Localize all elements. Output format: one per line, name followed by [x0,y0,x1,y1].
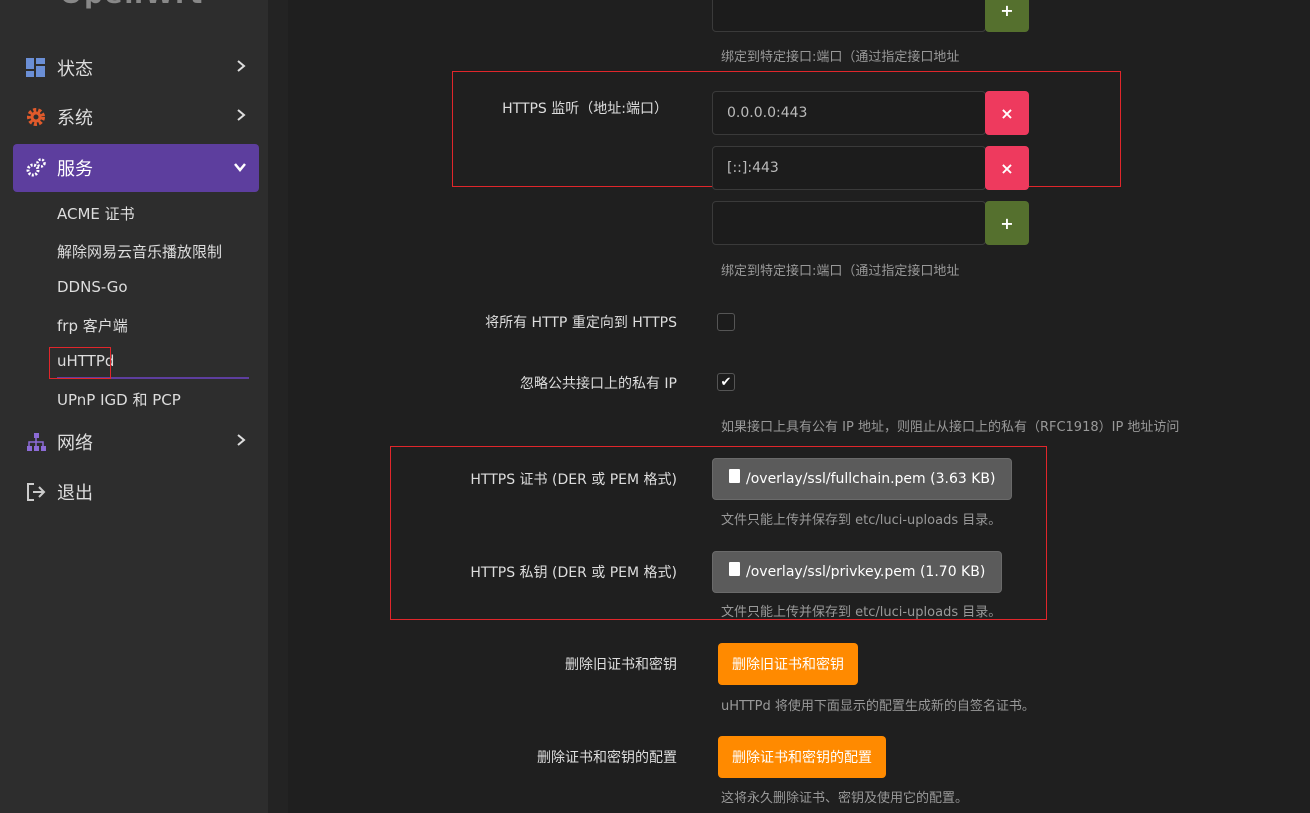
remove-conf-button[interactable]: 删除证书和密钥的配置 [718,736,886,778]
https-listen-label: HTTPS 监听（地址:端口） [502,101,668,117]
network-icon [25,431,47,453]
logout-icon [25,481,47,503]
sidebar-sub-acme[interactable]: ACME 证书 [57,203,135,224]
remove-old-button[interactable]: 删除旧证书和密钥 [718,643,858,685]
sidebar-sub-upnp[interactable]: UPnP IGD 和 PCP [57,389,181,410]
chevron-down-icon [233,158,247,177]
https-hint: 绑定到特定接口:端口（通过指定接口地址 [721,264,960,279]
file-icon [729,469,740,483]
gears-icon [25,157,47,179]
sidebar-item-logout[interactable]: 退出 [13,468,259,516]
http-add-button[interactable]: + [985,0,1029,32]
close-icon: × [1000,158,1014,178]
https-listen-input-empty[interactable] [712,201,986,245]
key-file-name: /overlay/ssl/privkey.pem (1.70 KB) [746,564,986,580]
http-listen-input-empty[interactable] [712,0,986,32]
cert-file-name: /overlay/ssl/fullchain.pem (3.63 KB) [746,471,996,487]
sidebar-item-services[interactable]: 服务 [13,144,259,192]
chevron-right-icon [235,432,247,451]
close-icon: × [1000,103,1014,123]
remove-old-label: 删除旧证书和密钥 [565,657,677,673]
remove-old-hint: uHTTPd 将使用下面显示的配置生成新的自签名证书。 [721,699,1035,714]
https-remove-button[interactable]: × [985,91,1029,135]
remove-conf-hint: 这将永久删除证书、密钥及使用它的配置。 [721,791,969,806]
key-file-button[interactable]: /overlay/ssl/privkey.pem (1.70 KB) [712,551,1003,593]
plus-icon: + [1000,0,1014,20]
plus-icon: + [1000,213,1014,233]
sidebar-sub-ddns-go[interactable]: DDNS-Go [57,278,128,296]
file-icon [729,562,740,576]
sidebar-sub-uhttpd[interactable]: uHTTPd [57,352,114,370]
sidebar-item-system[interactable]: 系统 [13,93,259,141]
chevron-right-icon [235,58,247,77]
sidebar-item-label: 系统 [57,108,93,129]
logo: OpenWrt [60,0,204,10]
check-icon: ✔ [720,374,732,390]
redirect-checkbox[interactable] [717,313,735,331]
sidebar-item-status[interactable]: 状态 [13,44,259,92]
sidebar-item-label: 状态 [57,59,93,80]
sidebar: OpenWrt 状态 系统 服务 ACME 证书 解除网易云音乐播放限制 DDN… [0,0,288,813]
active-indicator [57,377,249,379]
ignore-private-label: 忽略公共接口上的私有 IP [519,376,677,392]
chevron-right-icon [235,107,247,126]
https-listen-input[interactable]: [::]:443 [712,146,986,190]
ignore-private-hint: 如果接口上具有公有 IP 地址，则阻止从接口上的私有（RFC1918）IP 地址… [721,420,1180,435]
sidebar-sub-frp[interactable]: frp 客户端 [57,315,128,336]
sidebar-item-label: 网络 [57,433,93,454]
https-add-button[interactable]: + [985,201,1029,245]
ignore-private-checkbox[interactable]: ✔ [717,373,735,391]
sidebar-gutter [268,0,288,813]
cert-file-button[interactable]: /overlay/ssl/fullchain.pem (3.63 KB) [712,458,1013,500]
key-label: HTTPS 私钥 (DER 或 PEM 格式) [470,565,677,581]
cert-hint: 文件只能上传并保存到 etc/luci-uploads 目录。 [721,513,1002,528]
sidebar-item-label: 退出 [57,483,93,504]
http-hint: 绑定到特定接口:端口（通过指定接口地址 [721,50,960,65]
https-listen-input[interactable]: 0.0.0.0:443 [712,91,986,135]
key-hint: 文件只能上传并保存到 etc/luci-uploads 目录。 [721,605,1002,620]
sidebar-item-label: 服务 [57,159,93,180]
gear-icon [25,106,47,128]
https-remove-button[interactable]: × [985,146,1029,190]
sidebar-item-network[interactable]: 网络 [13,418,259,466]
cert-label: HTTPS 证书 (DER 或 PEM 格式) [470,472,677,488]
dashboard-icon [25,57,47,79]
sidebar-sub-unblockmusic[interactable]: 解除网易云音乐播放限制 [57,241,222,262]
remove-conf-label: 删除证书和密钥的配置 [537,750,677,766]
redirect-label: 将所有 HTTP 重定向到 HTTPS [485,315,677,331]
